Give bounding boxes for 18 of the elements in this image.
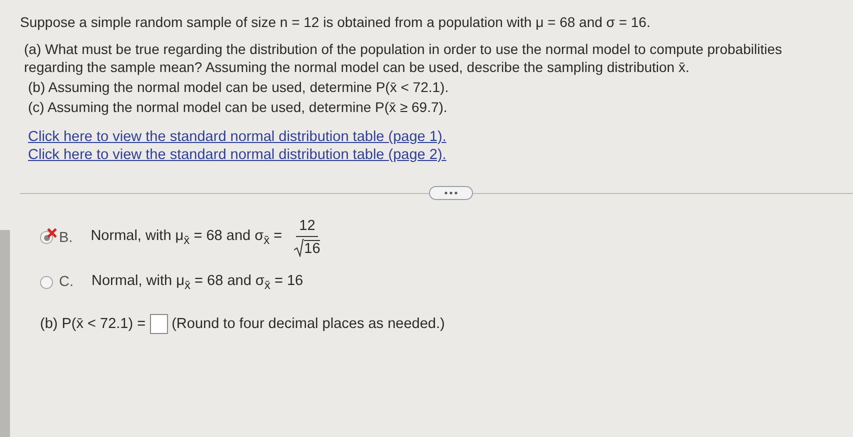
answer-field[interactable] <box>150 314 168 334</box>
more-button[interactable] <box>429 186 473 200</box>
option-letter: C. <box>59 274 74 290</box>
option-text: Normal, with μ$_{x̄}$ = 68 and σ$_{x̄}$ = 16 <box>92 273 304 292</box>
radical-sign-icon <box>294 239 304 257</box>
ellipsis-icon <box>444 191 458 195</box>
radio-button[interactable] <box>40 276 53 289</box>
problem-statement: Suppose a simple random sample of size n = 12 is obtained from a population with μ = 68 and σ = 16. <box>20 14 652 30</box>
question-text: (b) Assuming the normal model can be used, determine P(x̄ < 72.1). <box>28 78 450 96</box>
rounding-note: (Round to four decimal places as needed.) <box>172 316 445 332</box>
answer-label: (b) P(x̄ < 72.1) = <box>40 316 146 332</box>
question-text: (c) Assuming the normal model can be used, determine P(x̄ ≥ 69.7). <box>28 98 448 116</box>
question-text: (a) What must be true regarding the distribution of the population in order to use the normal model to compute probabilities regarding the sample mean? Assuming the normal model can be used, describe the sampling distribution x̄. <box>24 40 783 76</box>
table-link[interactable]: Click here to view the standard normal distribution table (page 2). <box>28 146 837 164</box>
option-text: Normal, with μ$_{x̄}$ = 68 and σ$_{x̄}$ = <box>90 228 282 247</box>
option-letter: B. <box>59 230 73 246</box>
fraction: 12 16 <box>294 218 320 257</box>
table-link[interactable]: Click here to view the standard normal distribution table (page 1). <box>28 128 837 146</box>
